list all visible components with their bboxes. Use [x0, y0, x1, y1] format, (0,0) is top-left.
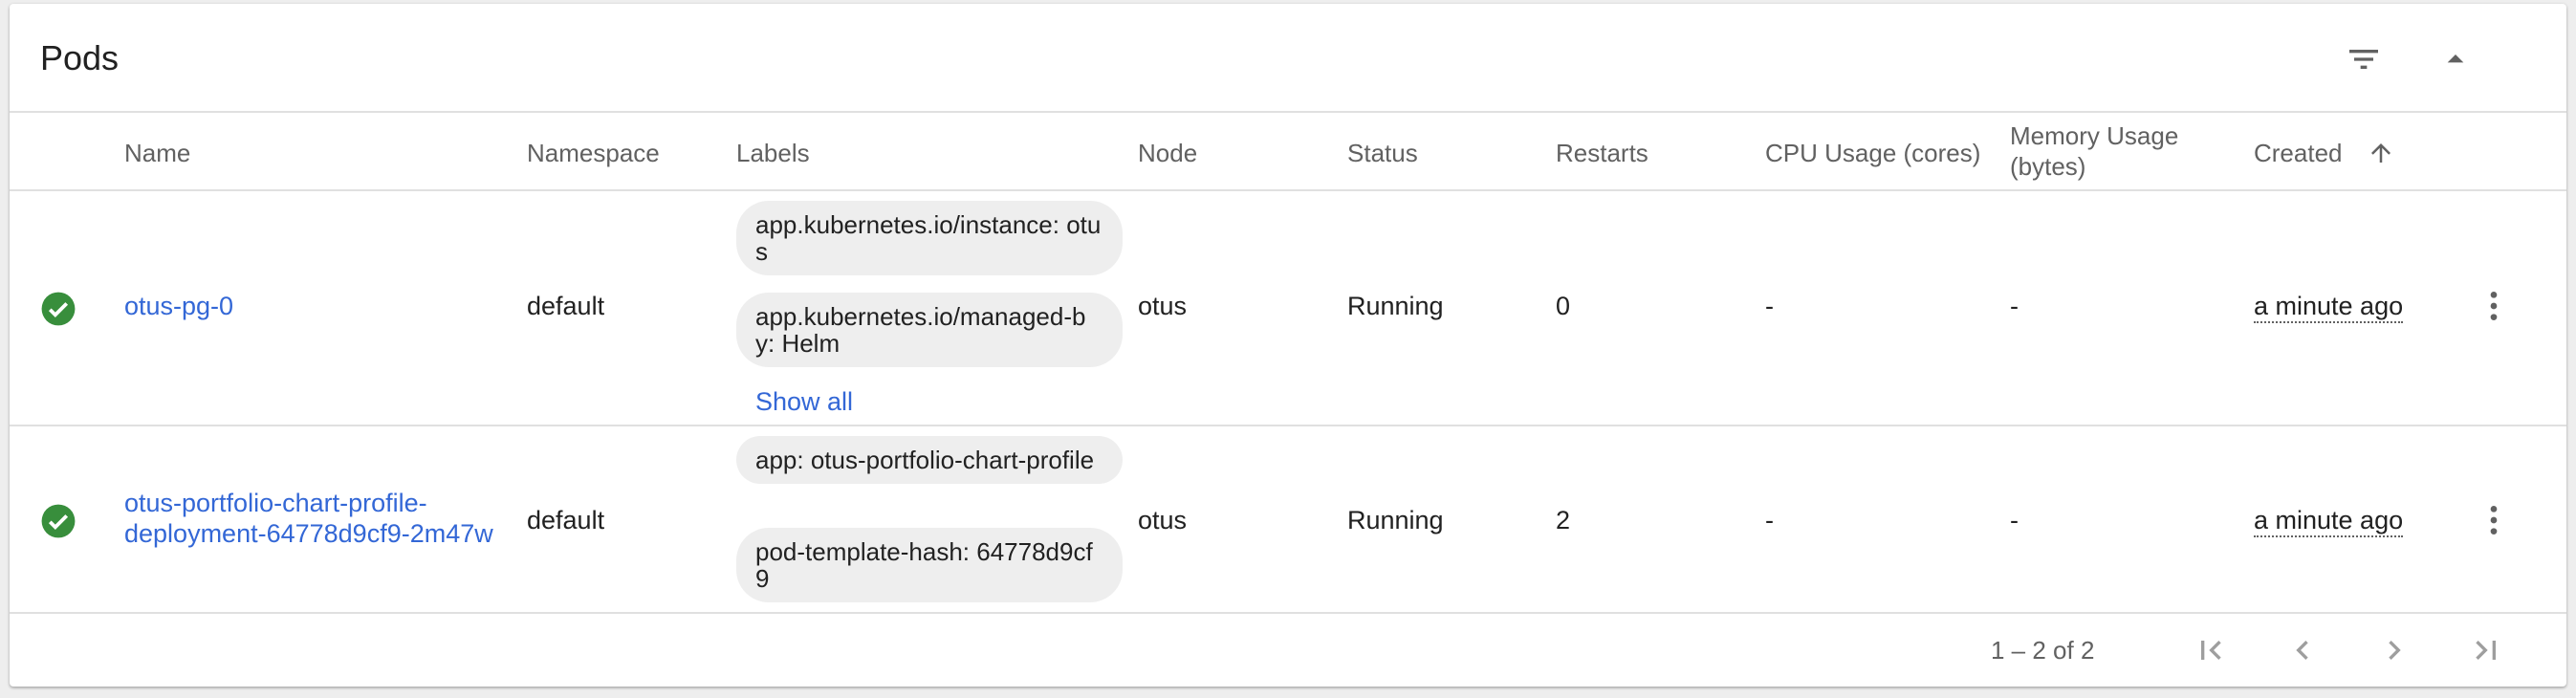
last-page-button[interactable] — [2459, 623, 2513, 677]
pod-created-time: a minute ago — [2254, 505, 2404, 537]
column-header-labels: Labels — [736, 139, 810, 167]
more-vert-icon — [2490, 506, 2498, 534]
table-row: otus-portfolio-chart-profile-deployment-… — [10, 426, 2566, 612]
more-vert-icon — [2490, 292, 2498, 320]
pod-cpu-usage: - — [1765, 292, 1774, 320]
pod-memory-usage: - — [2010, 292, 2019, 320]
pod-cpu-usage: - — [1765, 506, 1774, 534]
pods-card: Pods Name Namespace Labels Node Status R… — [10, 4, 2566, 687]
row-actions-button[interactable] — [2475, 279, 2513, 333]
column-header-created[interactable]: Created — [2254, 138, 2395, 168]
pod-status: Running — [1347, 292, 1444, 320]
column-header-node[interactable]: Node — [1138, 138, 1197, 168]
last-page-icon — [2476, 641, 2496, 660]
chevron-left-icon — [2296, 641, 2308, 660]
column-header-cpu[interactable]: CPU Usage (cores) — [1765, 138, 1980, 168]
first-page-icon — [2201, 641, 2221, 660]
next-page-button[interactable] — [2368, 623, 2421, 677]
pod-restarts: 2 — [1556, 506, 1571, 534]
column-header-status[interactable]: Status — [1347, 138, 1418, 168]
column-header-restarts[interactable]: Restarts — [1556, 138, 1648, 168]
pod-created-time: a minute ago — [2254, 291, 2404, 323]
filter-icon — [2349, 50, 2378, 69]
column-header-name[interactable]: Name — [124, 138, 190, 168]
page-range-label: 1 – 2 of 2 — [1991, 636, 2095, 665]
table-row: otus-pg-0 default app.kubernetes.io/inst… — [10, 191, 2566, 426]
collapse-icon — [2447, 55, 2464, 63]
sort-arrow-up-icon — [2370, 143, 2390, 163]
collapse-button[interactable] — [2429, 33, 2482, 86]
paginator: 1 – 2 of 2 — [10, 612, 2566, 687]
first-page-button[interactable] — [2184, 623, 2238, 677]
row-actions-button[interactable] — [2475, 493, 2513, 547]
column-header-namespace[interactable]: Namespace — [527, 138, 660, 168]
pod-namespace: default — [527, 506, 605, 534]
card-title: Pods — [40, 38, 120, 77]
pod-namespace: default — [527, 292, 605, 320]
pod-node: otus — [1138, 292, 1188, 320]
column-header-created-label: Created — [2254, 139, 2343, 167]
pod-memory-usage: - — [2010, 506, 2019, 534]
pod-name-link[interactable]: otus-portfolio-chart-profile-deployment-… — [124, 488, 526, 549]
show-all-labels-link[interactable]: Show all — [755, 386, 853, 417]
label-chip: app.kubernetes.io/managed-by: Helm — [736, 293, 1123, 367]
chevron-right-icon — [2389, 641, 2401, 660]
filter-button[interactable] — [2337, 33, 2390, 86]
column-header-memory[interactable]: Memory Usage (bytes) — [2010, 120, 2220, 182]
pod-restarts: 0 — [1556, 292, 1571, 320]
pod-node: otus — [1138, 506, 1188, 534]
card-header: Pods — [10, 4, 2566, 113]
check-circle-icon — [41, 292, 76, 326]
label-chip: app: otus-portfolio-chart-profile — [736, 436, 1123, 484]
pod-name-link[interactable]: otus-pg-0 — [124, 291, 233, 321]
table-header: Name Namespace Labels Node Status Restar… — [10, 113, 2566, 191]
label-chip: pod-template-hash: 64778d9cf9 — [736, 528, 1123, 602]
pod-status: Running — [1347, 506, 1444, 534]
check-circle-icon — [41, 504, 76, 538]
label-chip: app.kubernetes.io/instance: otus — [736, 201, 1123, 275]
previous-page-button[interactable] — [2276, 623, 2329, 677]
